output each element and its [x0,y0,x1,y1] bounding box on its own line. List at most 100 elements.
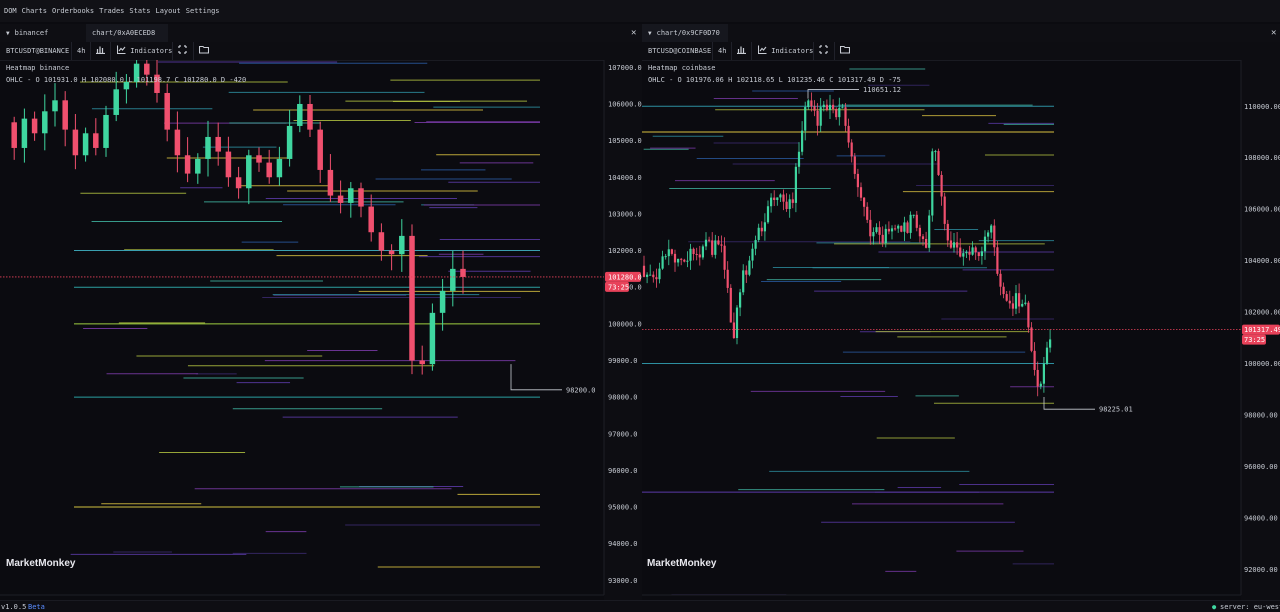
candle-body [388,250,395,255]
candle-body [1036,369,1039,387]
menu-trades[interactable]: Trades [99,7,124,15]
candle-body [971,247,974,255]
beta-badge: Beta [28,603,45,611]
candle-body [429,312,436,365]
menu-stats[interactable]: Stats [129,7,150,15]
candle-body [664,256,667,258]
candle-body [742,270,745,293]
tab-binance-btcusdt[interactable]: ▼binancef btcusdt [0,24,88,56]
candle-body [773,197,776,201]
candle-body [711,240,714,255]
y-tick-label: 96000.00 [1244,463,1278,471]
candle-body [819,107,822,126]
candle-body [144,63,150,75]
candle-body [1005,294,1008,301]
candle-body [439,290,446,313]
candle-body [763,222,766,232]
candle-body [739,292,742,308]
candle-body [816,110,819,126]
tab-left-chart[interactable]: chart/0xA0ECED8 [86,24,168,42]
candle-body [670,249,673,254]
menu-layout[interactable]: Layout [155,7,180,15]
tab-label: chart/0x9CF0D70 [656,29,720,37]
y-tick-label: 95000.0 [608,504,638,512]
y-tick-label: 92000.00 [1244,566,1278,574]
candle-body [828,104,832,111]
candle-body [745,270,748,275]
right-chart-panel: ▼ chart/0x9CF0D70 ✕ BTCUSD@COINBASE 4h In… [642,22,1280,600]
y-tick-label: 97000.0 [608,430,638,438]
candle-body [1045,347,1049,364]
chart-type-icon[interactable] [90,42,108,60]
left-chart-canvas[interactable]: 98200.0 107000.0 106000.0 105000.0 104000.0 1… [0,60,642,600]
candle-body [348,188,354,203]
candle-body [807,100,810,108]
candle-body [748,260,751,275]
timeframe-selector[interactable]: 4h [71,42,85,60]
candle-body [358,188,364,207]
candle-body [977,252,980,257]
candle-body [909,214,912,233]
y-tick-label: 102000.00 [1244,309,1280,317]
candle-body [952,242,956,248]
candle-body [677,258,680,263]
folder-icon[interactable] [834,42,852,60]
menu-charts[interactable]: Charts [22,7,47,15]
timeframe-selector[interactable]: 4h [712,42,726,60]
candle-body [918,227,921,237]
candle-body [673,253,677,263]
crop-icon[interactable] [172,42,190,60]
symbol-selector[interactable]: BTCUSDT@BINANCE [6,42,69,60]
chevron-down-icon[interactable]: ▼ [648,25,652,43]
tab-right-chart[interactable]: ▼ chart/0x9CF0D70 [642,24,728,42]
candle-body [1002,286,1005,295]
close-icon[interactable]: ✕ [1271,24,1276,42]
chevron-down-icon[interactable]: ▼ [6,25,10,43]
menu-orderbooks[interactable]: Orderbooks [52,7,94,15]
candle-body [327,169,334,196]
candle-body [266,162,272,178]
candle-body [853,156,856,174]
candle-body [692,248,695,255]
candle-body [770,197,773,207]
candle-body [931,151,934,216]
candle-body [934,151,937,153]
candle-body [912,214,915,216]
crop-icon[interactable] [813,42,831,60]
candle-body [661,256,664,269]
candle-body [946,223,949,241]
candle-body [1008,300,1011,304]
y-tick-label: 105000.0 [608,137,642,145]
symbol-selector[interactable]: BTCUSD@COINBASE [648,42,711,60]
chart-type-icon[interactable] [731,42,749,60]
candle-body [704,239,708,247]
menu-settings[interactable]: Settings [186,7,220,15]
y-tick-label: 106000.0 [608,100,642,108]
close-icon[interactable]: ✕ [631,24,636,42]
candle-body [732,322,735,338]
indicators-button[interactable]: Indicators [110,42,172,60]
candle-body [869,219,872,237]
menu-dom[interactable]: DOM [4,7,17,15]
candle-body [968,251,971,255]
candle-body [1027,302,1030,328]
folder-icon[interactable] [193,42,211,60]
candle-body [658,268,661,280]
low-price-label: 98200.0 [566,386,596,394]
candle-body [779,194,782,198]
candle-body [686,260,689,262]
indicators-button[interactable]: Indicators [751,42,813,60]
brand-logo: MarketMonkey [647,558,717,569]
ohlc-readout: OHLC - O 101931.0 H 102080.0 L 101198.7 … [6,76,247,84]
candle-body [928,215,931,248]
y-tick-label: 106000.00 [1244,206,1280,214]
candle-body [983,236,987,252]
candle-body [246,155,252,189]
candle-body [215,136,221,152]
right-chart-canvas[interactable]: 110651.12 98225.01 110000.00 108000.00 10600… [642,60,1280,600]
candle-body [794,166,797,203]
y-tick-label: 93000.0 [608,577,638,585]
candle-body [729,287,732,323]
candle-body [760,227,763,232]
candle-body [337,195,344,203]
